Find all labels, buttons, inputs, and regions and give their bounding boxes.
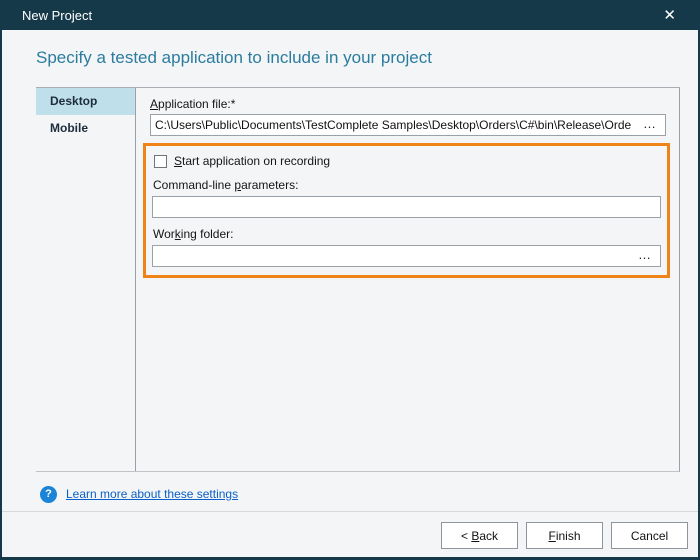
start-recording-checkbox[interactable] bbox=[154, 155, 167, 168]
back-button[interactable]: < Back bbox=[441, 522, 518, 549]
label-accesskey: S bbox=[174, 154, 182, 168]
working-folder-label: Working folder: bbox=[153, 227, 661, 241]
label-post: inish bbox=[556, 529, 581, 543]
titlebar[interactable]: New Project ✕ bbox=[0, 0, 700, 30]
command-line-label: Command-line parameters: bbox=[153, 178, 661, 192]
browse-ellipsis-icon[interactable]: … bbox=[630, 247, 660, 266]
application-file-input-wrap: … bbox=[150, 114, 666, 136]
label-pre: Command-line bbox=[153, 178, 234, 192]
start-recording-row: Start application on recording bbox=[154, 153, 661, 169]
help-row: ? Learn more about these settings bbox=[40, 482, 698, 506]
finish-button[interactable]: Finish bbox=[526, 522, 603, 549]
label-pre: Wor bbox=[153, 227, 175, 241]
working-folder-input-wrap: … bbox=[152, 245, 661, 267]
window-title: New Project bbox=[22, 8, 659, 23]
command-line-input[interactable] bbox=[153, 197, 660, 217]
start-recording-label[interactable]: Start application on recording bbox=[174, 154, 330, 168]
cancel-button[interactable]: Cancel bbox=[611, 522, 688, 549]
close-icon[interactable]: ✕ bbox=[659, 6, 680, 25]
tab-mobile[interactable]: Mobile bbox=[36, 115, 135, 142]
command-line-input-wrap bbox=[152, 196, 661, 218]
tab-control: Desktop Mobile Application file:* … Star… bbox=[36, 87, 680, 472]
label-post: ing folder: bbox=[181, 227, 234, 241]
application-file-label: Application file:* bbox=[150, 97, 666, 111]
tab-desktop[interactable]: Desktop bbox=[36, 88, 135, 115]
label-post: ack bbox=[479, 529, 498, 543]
browse-ellipsis-icon[interactable]: … bbox=[635, 116, 665, 135]
tab-panel-desktop: Application file:* … Start application o… bbox=[135, 88, 679, 471]
learn-more-link[interactable]: Learn more about these settings bbox=[66, 487, 238, 501]
working-folder-input[interactable] bbox=[153, 246, 630, 266]
button-row: < Back Finish Cancel bbox=[2, 512, 698, 549]
new-project-dialog: New Project ✕ Specify a tested applicati… bbox=[0, 0, 700, 560]
dialog-body: Specify a tested application to include … bbox=[2, 30, 698, 557]
label-post: tart application on recording bbox=[182, 154, 330, 168]
label-pre: < bbox=[461, 529, 471, 543]
label-accesskey: A bbox=[150, 97, 158, 111]
help-icon[interactable]: ? bbox=[40, 486, 57, 503]
label-post: pplication file:* bbox=[158, 97, 235, 111]
highlighted-settings-box: Start application on recording Command-l… bbox=[143, 143, 670, 278]
application-file-input[interactable] bbox=[151, 115, 635, 135]
label-pre: Cancel bbox=[631, 529, 668, 543]
label-post: arameters: bbox=[241, 178, 298, 192]
label-accesskey: F bbox=[548, 529, 555, 543]
tab-strip: Desktop Mobile bbox=[36, 88, 135, 471]
page-title: Specify a tested application to include … bbox=[36, 48, 678, 68]
